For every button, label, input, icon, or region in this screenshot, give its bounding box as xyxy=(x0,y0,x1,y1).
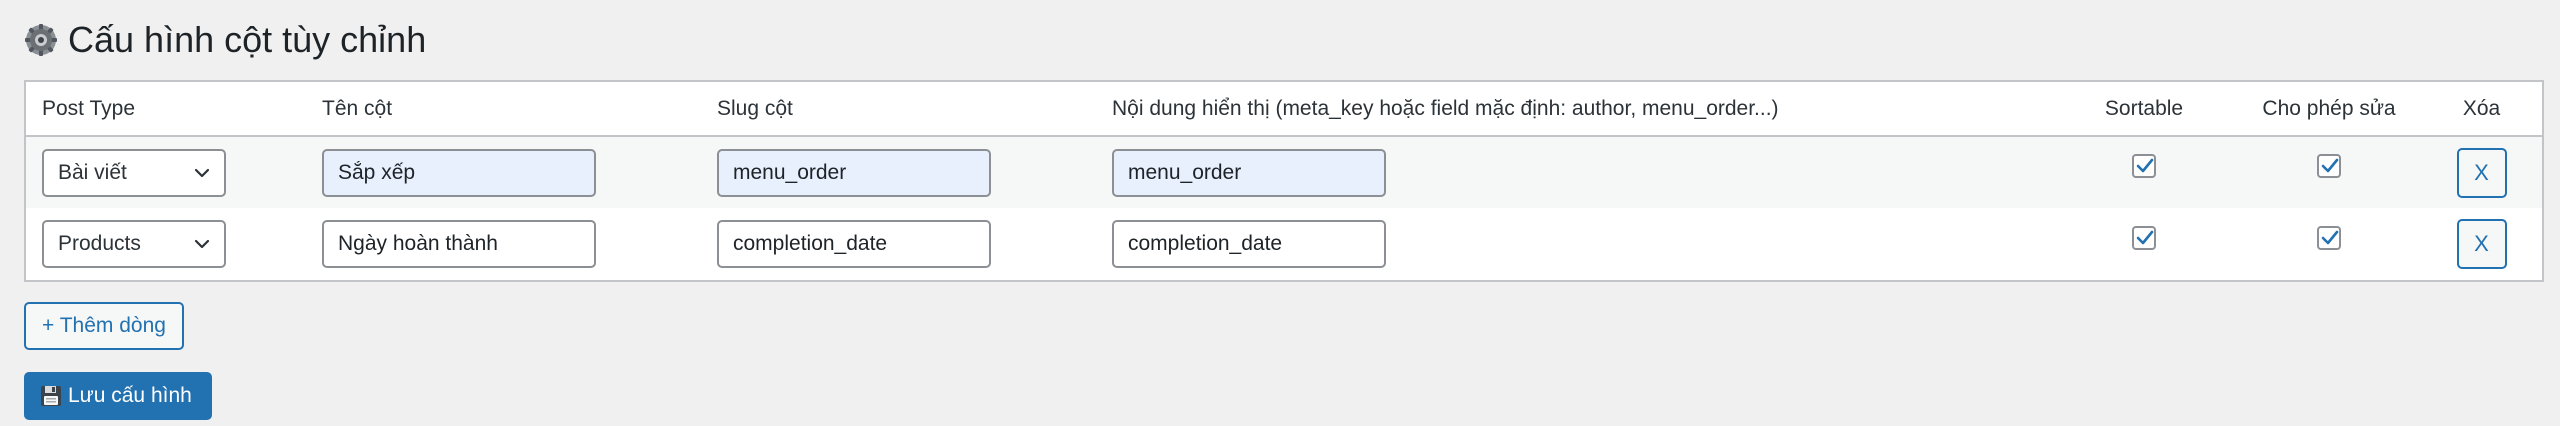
checkmark-icon xyxy=(2136,230,2154,245)
floppy-disk-icon xyxy=(41,386,61,406)
checkmark-icon xyxy=(2321,230,2339,245)
page-title-text: Cấu hình cột tùy chỉnh xyxy=(68,19,427,60)
post-type-select[interactable]: Bài viết xyxy=(42,148,226,197)
column-slug-input[interactable] xyxy=(717,148,991,197)
page-title: Cấu hình cột tùy chỉnh xyxy=(24,0,2544,80)
chevron-down-icon xyxy=(194,239,210,249)
checkmark-icon xyxy=(2321,158,2339,173)
table-header-row: Post Type Tên cột Slug cột Nội dung hiển… xyxy=(26,82,2542,137)
column-slug-input[interactable] xyxy=(717,220,991,268)
column-content-input[interactable] xyxy=(1112,148,1386,197)
table-row: Bài viết Sắp xếp menu_order menu_order X xyxy=(26,136,2542,208)
delete-row-button[interactable]: X xyxy=(2456,219,2507,269)
page-wrapper: Cấu hình cột tùy chỉnh Post Type Tên cột… xyxy=(24,0,2544,420)
editable-checkbox[interactable] xyxy=(2317,154,2341,179)
sortable-checkbox[interactable] xyxy=(2132,225,2156,250)
columns-config-panel: Post Type Tên cột Slug cột Nội dung hiển… xyxy=(24,80,2544,282)
gear-icon xyxy=(25,24,57,56)
column-content-input[interactable] xyxy=(1112,220,1386,268)
delete-row-button[interactable]: X xyxy=(2456,147,2507,198)
header-post-type: Post Type xyxy=(26,82,306,137)
header-column-name: Tên cột xyxy=(306,82,701,137)
column-name-input[interactable] xyxy=(322,220,596,268)
add-row-button[interactable]: + Thêm dòng xyxy=(24,302,184,350)
header-slug: Slug cột xyxy=(701,82,1096,137)
editable-checkbox[interactable] xyxy=(2317,225,2341,250)
column-name-input[interactable] xyxy=(322,148,596,197)
save-config-button[interactable]: Lưu cấu hình xyxy=(24,372,212,420)
post-type-select[interactable]: Products xyxy=(42,220,226,268)
chevron-down-icon xyxy=(194,168,210,177)
save-button-label: Lưu cấu hình xyxy=(68,384,192,407)
header-sortable: Sortable xyxy=(2051,82,2237,137)
header-editable: Cho phép sửa xyxy=(2237,82,2421,137)
header-delete: Xóa xyxy=(2421,82,2542,137)
table-row: Products Ngày hoàn thành completion_date… xyxy=(26,208,2542,280)
header-content: Nội dung hiển thị (meta_key hoặc field m… xyxy=(1096,82,2051,137)
checkmark-icon xyxy=(2136,158,2154,173)
columns-config-table: Post Type Tên cột Slug cột Nội dung hiển… xyxy=(26,82,2542,280)
sortable-checkbox[interactable] xyxy=(2132,154,2156,179)
post-type-selected-value: Products xyxy=(58,232,141,255)
post-type-selected-value: Bài viết xyxy=(58,160,127,184)
